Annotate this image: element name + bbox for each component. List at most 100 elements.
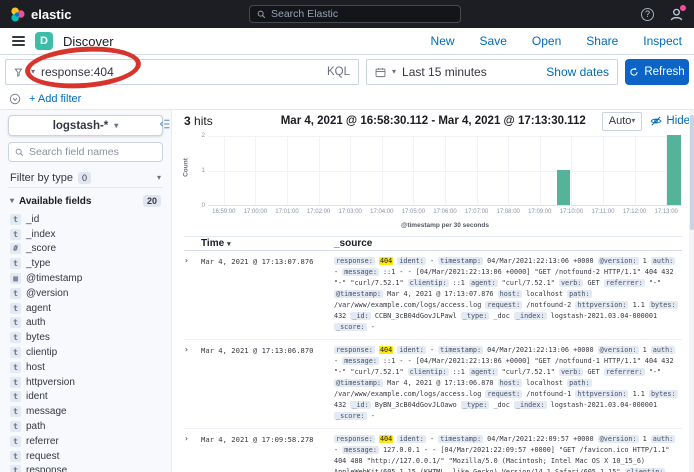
notification-dot <box>680 5 686 11</box>
field-type-string-icon: t <box>10 451 21 462</box>
field-name: clientip <box>26 347 57 358</box>
expand-row-icon[interactable] <box>184 345 201 354</box>
y-tick-label: 0 <box>202 203 205 209</box>
source-field-name: _index: <box>514 312 547 320</box>
field-item-message[interactable]: tmessage <box>8 404 163 419</box>
field-item-_score[interactable]: #_score <box>8 242 163 257</box>
source-field-name: @version: <box>598 257 639 265</box>
field-type-string-icon: t <box>10 421 21 432</box>
logo-text: elastic <box>31 7 71 22</box>
help-icon[interactable] <box>641 8 654 21</box>
source-field-name: verb: <box>559 368 583 376</box>
chevron-down-icon <box>10 197 14 205</box>
field-item-@timestamp[interactable]: ▦@timestamp <box>8 271 163 286</box>
x-tick-label: 17:10:00 <box>560 209 583 215</box>
elastic-logo[interactable]: elastic <box>10 7 71 22</box>
field-item-clientip[interactable]: tclientip <box>8 345 163 360</box>
vertical-scrollbar[interactable] <box>689 110 694 472</box>
source-field-name: @timestamp: <box>334 290 383 298</box>
action-share[interactable]: Share <box>586 34 618 48</box>
column-header-time[interactable]: Time <box>201 238 334 249</box>
source-field-name: path: <box>567 290 591 298</box>
action-save[interactable]: Save <box>480 34 507 48</box>
source-field-name: message: <box>342 357 379 365</box>
time-range-button[interactable]: Last 15 minutes <box>402 65 540 79</box>
x-tick-label: 17:11:00 <box>592 209 615 215</box>
index-pattern-select[interactable]: logstash-* <box>8 115 163 136</box>
x-tick-label: 17:01:00 <box>275 209 298 215</box>
field-type-string-icon: t <box>10 214 21 225</box>
field-item-_id[interactable]: t_id <box>8 212 163 227</box>
query-language-button[interactable]: KQL <box>327 66 350 78</box>
interval-select[interactable]: Auto <box>602 112 643 131</box>
highlighted-value: 404 <box>379 346 393 354</box>
expand-row-icon[interactable] <box>184 434 201 443</box>
filter-by-type-count: 0 <box>78 172 91 184</box>
field-item-_type[interactable]: t_type <box>8 256 163 271</box>
field-type-string-icon: t <box>10 377 21 388</box>
highlighted-value: 404 <box>379 435 393 443</box>
collapse-sidebar-icon[interactable] <box>159 118 171 130</box>
histogram-bar-17:09:30[interactable] <box>557 170 571 205</box>
doc-time: Mar 4, 2021 @ 17:13:06.870 <box>201 345 334 355</box>
source-field-name: timestamp: <box>438 346 483 354</box>
query-input[interactable]: response:404 <box>41 65 321 79</box>
user-menu-avatar[interactable] <box>669 7 684 22</box>
field-item-ident[interactable]: tident <box>8 390 163 405</box>
action-open[interactable]: Open <box>532 34 561 48</box>
gridline-vertical <box>287 136 288 205</box>
show-dates-button[interactable]: Show dates <box>546 65 609 79</box>
source-field-name: _type: <box>461 401 490 409</box>
hide-chart-button[interactable]: Hide chart <box>650 115 694 127</box>
field-item-agent[interactable]: tagent <box>8 301 163 316</box>
chevron-down-icon[interactable] <box>392 68 396 76</box>
available-fields-accordion[interactable]: Available fields 20 <box>8 195 163 207</box>
chevron-down-icon[interactable] <box>31 68 35 76</box>
refresh-label: Refresh <box>644 66 684 78</box>
chevron-down-icon <box>114 122 118 130</box>
date-picker-group: Last 15 minutes Show dates <box>366 59 618 85</box>
doc-table-header: Time _source <box>184 236 682 251</box>
field-search-placeholder: Search field names <box>29 146 119 158</box>
field-item-@version[interactable]: t@version <box>8 286 163 301</box>
field-item-response[interactable]: tresponse <box>8 464 163 472</box>
global-search-input[interactable]: Search Elastic <box>249 5 461 23</box>
menu-hamburger-icon[interactable] <box>12 36 25 46</box>
field-item-_index[interactable]: t_index <box>8 227 163 242</box>
action-new[interactable]: New <box>431 34 455 48</box>
table-row: Mar 4, 2021 @ 17:13:06.870response: 404 … <box>184 340 682 429</box>
action-inspect[interactable]: Inspect <box>643 34 682 48</box>
field-item-request[interactable]: trequest <box>8 449 163 464</box>
field-type-string-icon: t <box>10 229 21 240</box>
filter-by-type-toggle[interactable]: Filter by type 0 <box>8 168 163 188</box>
source-field-name: request: <box>485 390 522 398</box>
source-field-name: auth: <box>651 435 675 443</box>
histogram-bar-17:13:00[interactable] <box>667 135 681 205</box>
expand-row-icon[interactable] <box>184 256 201 265</box>
field-list: t_idt_index#_scoret_type▦@timestampt@ver… <box>8 212 163 472</box>
source-field-name: agent: <box>469 368 498 376</box>
field-search-input[interactable]: Search field names <box>8 142 163 162</box>
field-item-bytes[interactable]: tbytes <box>8 330 163 345</box>
field-name: host <box>26 362 45 373</box>
scrollbar-thumb[interactable] <box>690 115 694 230</box>
search-icon <box>257 10 266 19</box>
filter-by-type-label: Filter by type <box>10 172 73 184</box>
chevron-down-icon <box>157 174 161 182</box>
calendar-icon[interactable] <box>375 67 386 78</box>
field-item-path[interactable]: tpath <box>8 419 163 434</box>
field-type-string-icon: t <box>10 332 21 343</box>
refresh-button[interactable]: Refresh <box>625 59 689 85</box>
saved-query-menu-icon[interactable] <box>14 67 25 78</box>
filter-options-icon[interactable] <box>9 93 21 105</box>
x-tick-label: 17:04:00 <box>370 209 393 215</box>
field-item-referrer[interactable]: treferrer <box>8 434 163 449</box>
plot-area[interactable] <box>208 136 682 206</box>
field-item-httpversion[interactable]: thttpversion <box>8 375 163 390</box>
breadcrumb-discover[interactable]: Discover <box>63 34 114 49</box>
gridline-vertical <box>540 136 541 205</box>
hits-count: 3 hits <box>184 114 213 128</box>
add-filter-button[interactable]: + Add filter <box>29 93 81 105</box>
field-item-auth[interactable]: tauth <box>8 316 163 331</box>
field-item-host[interactable]: thost <box>8 360 163 375</box>
